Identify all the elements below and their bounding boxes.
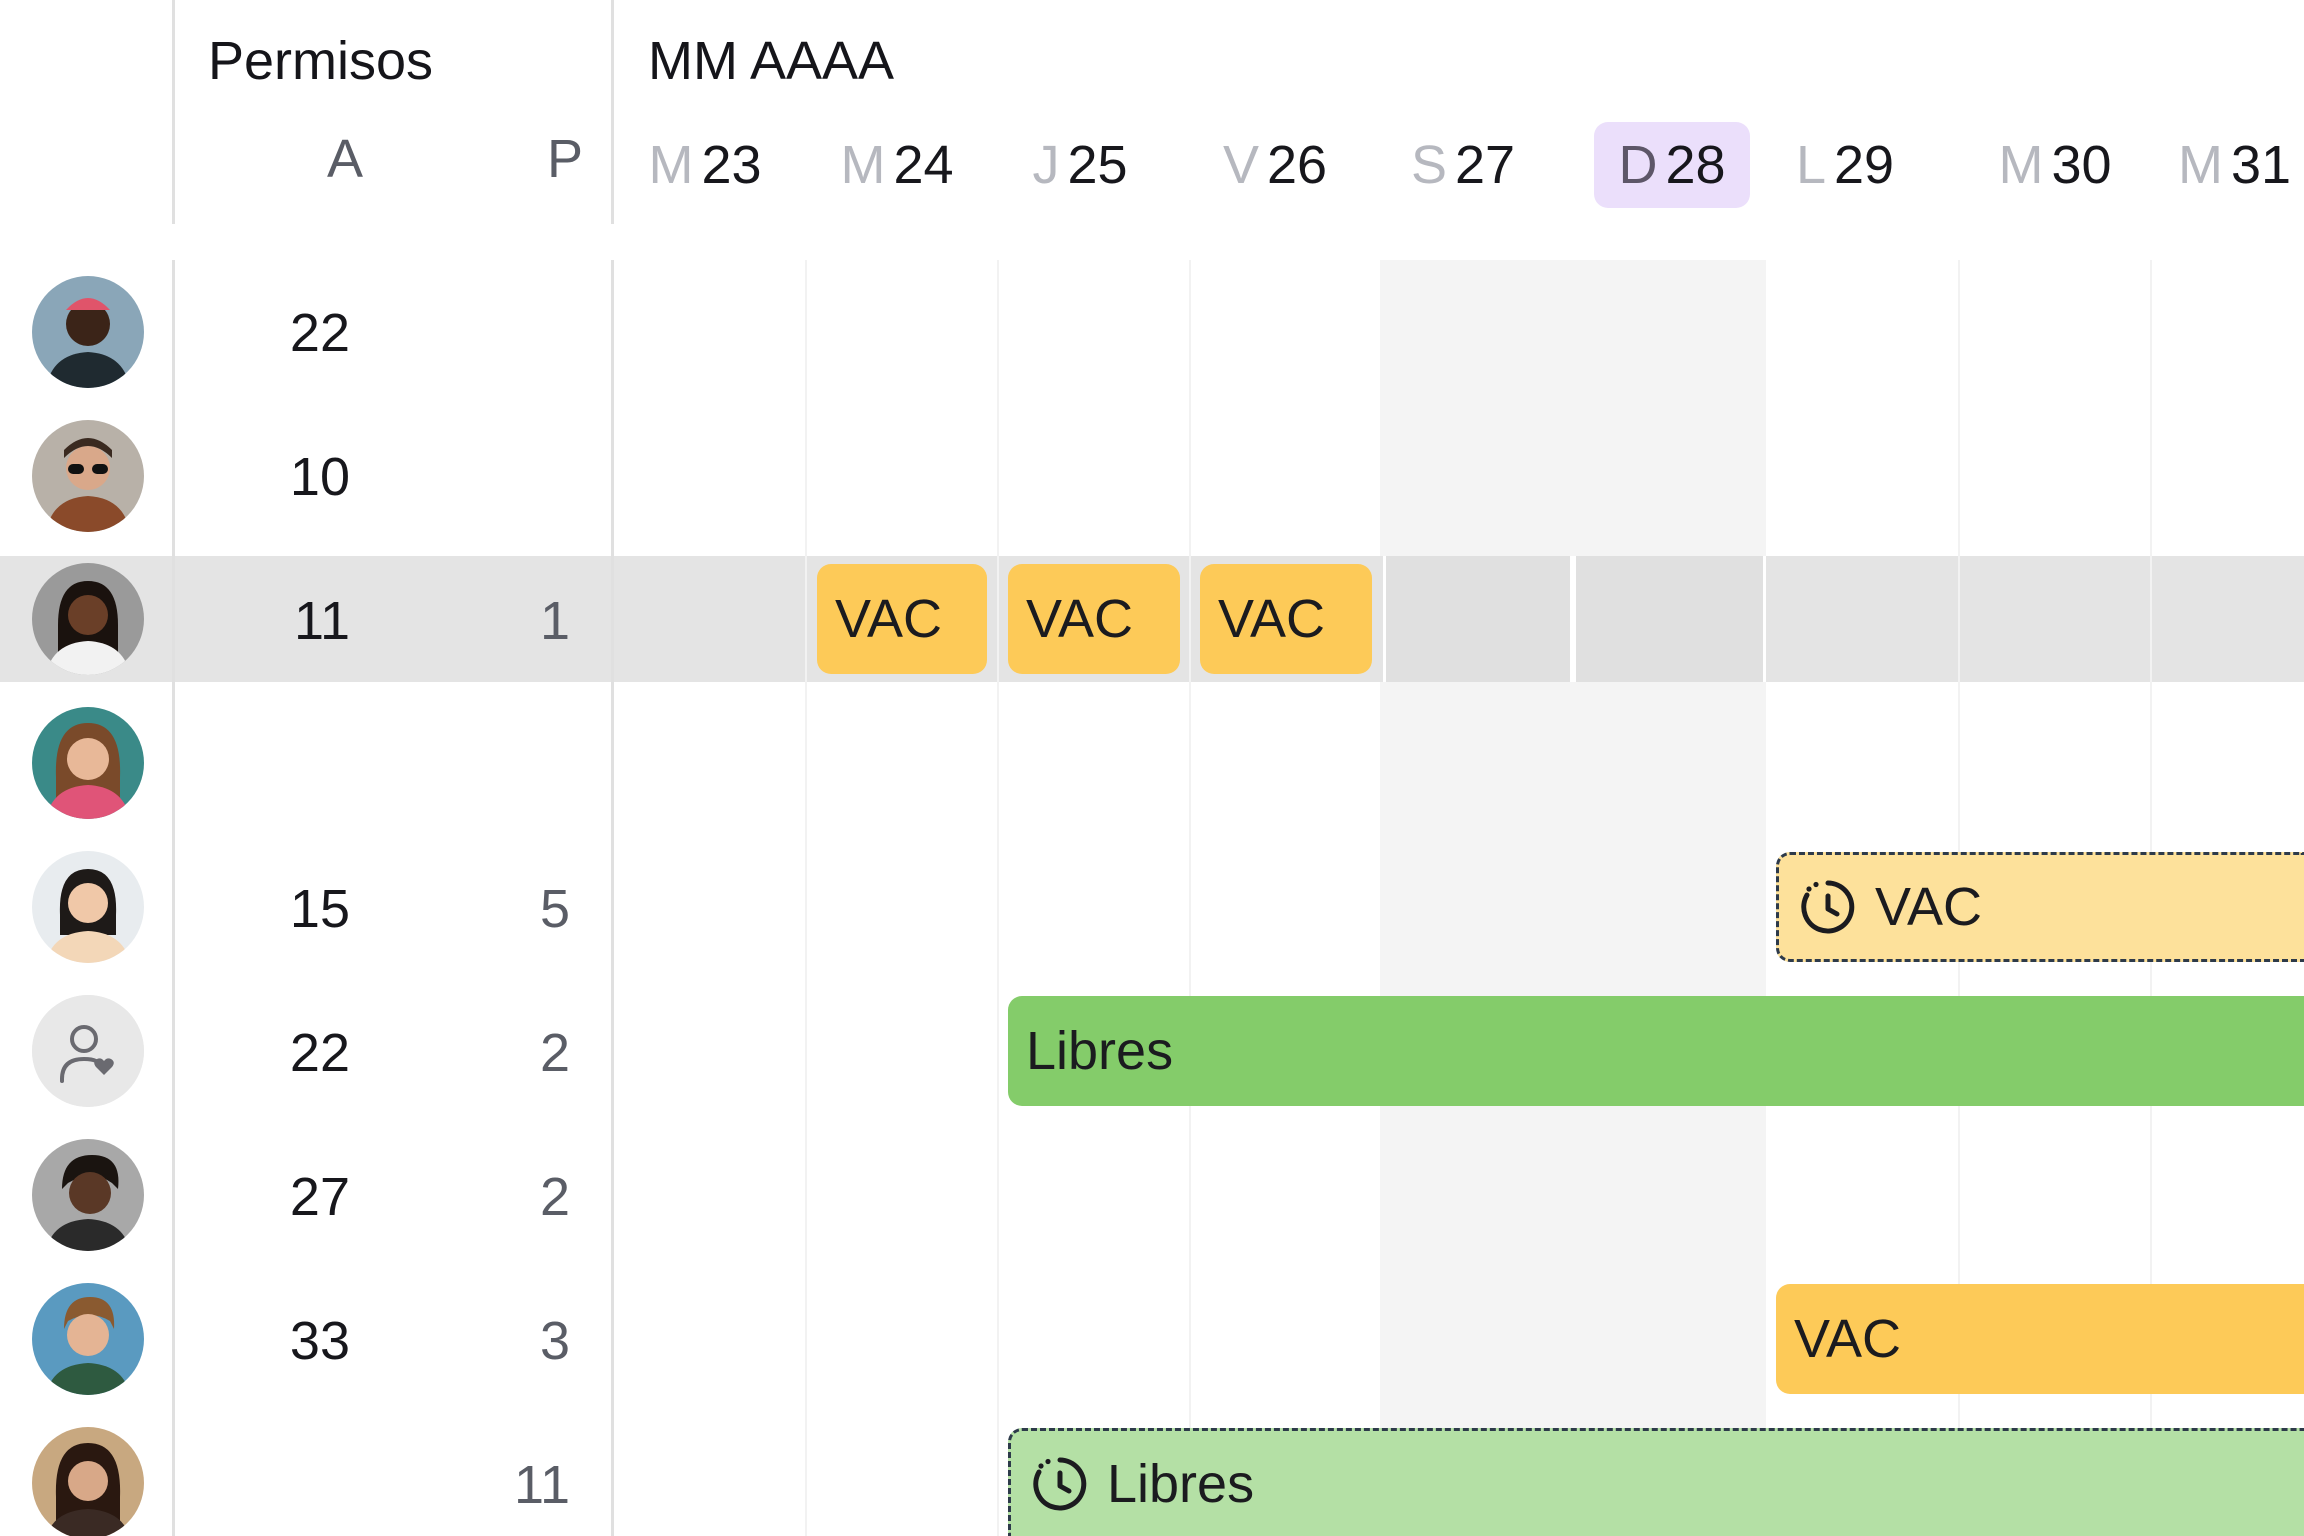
day-header[interactable]: V 26 bbox=[1200, 122, 1350, 208]
person-photo bbox=[32, 1427, 144, 1536]
person-photo bbox=[32, 1283, 144, 1395]
day-header[interactable]: S 27 bbox=[1388, 122, 1538, 208]
person-photo bbox=[32, 276, 144, 388]
day-letter: D bbox=[1618, 135, 1658, 195]
avatar[interactable] bbox=[32, 563, 144, 675]
weekend-shading bbox=[1380, 260, 1766, 1536]
days-available: 15 bbox=[289, 879, 350, 939]
vacation-event[interactable]: VAC bbox=[817, 564, 987, 674]
day-letter: M bbox=[648, 135, 694, 195]
days-pending: 2 bbox=[539, 1167, 570, 1227]
days-pending: 5 bbox=[539, 879, 570, 939]
vacation-event[interactable]: VAC bbox=[1200, 564, 1372, 674]
avatar[interactable] bbox=[32, 995, 144, 1107]
highlighted-weekend-cell bbox=[1573, 556, 1766, 682]
day-divider bbox=[1189, 260, 1191, 1536]
day-letter: S bbox=[1410, 135, 1447, 195]
day-letter: M bbox=[840, 135, 886, 195]
days-pending: 3 bbox=[539, 1311, 570, 1371]
pending-clock-icon bbox=[1033, 1457, 1087, 1510]
avatar[interactable] bbox=[32, 420, 144, 532]
day-divider bbox=[805, 260, 807, 1536]
event-label: Libres bbox=[1026, 1021, 1174, 1081]
day-header[interactable]: L 29 bbox=[1770, 122, 1920, 208]
event-label: VAC bbox=[835, 589, 943, 649]
day-letter: L bbox=[1795, 135, 1826, 195]
person-photo bbox=[32, 1139, 144, 1251]
day-number: 30 bbox=[2051, 135, 2112, 195]
column-header-p: P bbox=[546, 129, 584, 189]
day-letter: J bbox=[1032, 135, 1060, 195]
event-label: VAC bbox=[1875, 877, 1983, 937]
pending-clock-icon bbox=[1801, 880, 1855, 934]
vacation-event-pending[interactable]: VAC bbox=[1776, 852, 2304, 962]
user-heart-icon bbox=[32, 995, 144, 1107]
day-number: 27 bbox=[1454, 135, 1516, 195]
day-number: 25 bbox=[1067, 135, 1128, 195]
avatar[interactable] bbox=[32, 1427, 144, 1536]
day-header[interactable]: J 25 bbox=[1005, 122, 1155, 208]
day-letter: M bbox=[2178, 135, 2223, 195]
event-label: VAC bbox=[1026, 589, 1134, 649]
day-header-today[interactable]: D 28 bbox=[1594, 122, 1750, 208]
day-number: 29 bbox=[1833, 135, 1895, 195]
month-title[interactable]: MM AAAA bbox=[648, 30, 894, 92]
person-photo bbox=[32, 420, 144, 532]
column-divider bbox=[611, 260, 614, 1536]
days-pending: 11 bbox=[513, 1455, 570, 1515]
person-photo bbox=[32, 851, 144, 963]
column-header-a: A bbox=[326, 129, 364, 189]
day-letter: V bbox=[1222, 135, 1259, 195]
column-divider bbox=[172, 0, 175, 224]
person-photo bbox=[32, 563, 144, 675]
avatar[interactable] bbox=[32, 276, 144, 388]
avatar[interactable] bbox=[32, 1139, 144, 1251]
day-header[interactable]: M 24 bbox=[822, 122, 972, 208]
days-available: 10 bbox=[289, 447, 350, 507]
event-label: Libres bbox=[1107, 1453, 1255, 1514]
day-number: 23 bbox=[701, 135, 762, 195]
event-label: VAC bbox=[1218, 589, 1326, 649]
vacation-event[interactable]: VAC bbox=[1008, 564, 1180, 674]
day-number: 31 bbox=[2230, 135, 2292, 195]
column-divider bbox=[611, 0, 614, 224]
avatar[interactable] bbox=[32, 707, 144, 819]
day-number: 26 bbox=[1266, 135, 1328, 195]
day-number: 24 bbox=[893, 135, 954, 195]
day-letter: M bbox=[1998, 135, 2044, 195]
days-available: 22 bbox=[289, 303, 350, 363]
days-pending: 2 bbox=[539, 1023, 570, 1083]
day-header[interactable]: M 23 bbox=[630, 122, 780, 208]
days-pending: 1 bbox=[539, 591, 570, 651]
vacation-event[interactable]: VAC bbox=[1776, 1284, 2304, 1394]
column-divider bbox=[172, 260, 175, 1536]
days-available: 27 bbox=[289, 1167, 350, 1227]
day-number: 28 bbox=[1665, 135, 1726, 195]
day-header[interactable]: M 31 bbox=[2170, 122, 2304, 208]
days-available: 22 bbox=[289, 1023, 350, 1083]
libres-event-pending[interactable]: Libres bbox=[1008, 1428, 2304, 1536]
days-available: 11 bbox=[293, 591, 350, 651]
day-header[interactable]: M 30 bbox=[1975, 122, 2135, 208]
days-available: 33 bbox=[289, 1311, 350, 1371]
avatar[interactable] bbox=[32, 851, 144, 963]
avatar[interactable] bbox=[32, 1283, 144, 1395]
permisos-title: Permisos bbox=[208, 31, 434, 91]
event-label: VAC bbox=[1794, 1309, 1902, 1369]
day-divider bbox=[997, 260, 999, 1536]
highlighted-weekend-cell bbox=[1383, 556, 1573, 682]
libres-event[interactable]: Libres bbox=[1008, 996, 2304, 1106]
person-photo bbox=[32, 707, 144, 819]
